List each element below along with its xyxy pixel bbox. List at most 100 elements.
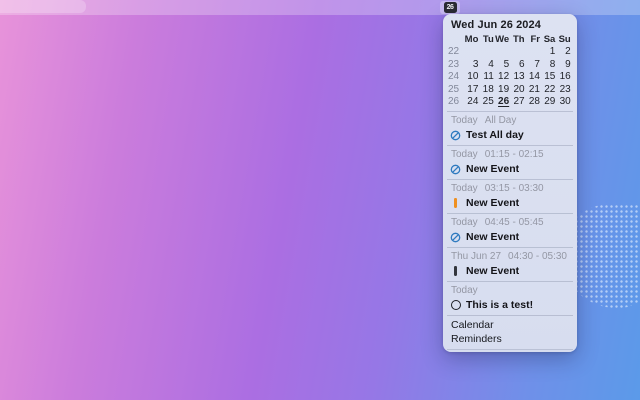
week-number: 22: [447, 46, 463, 58]
event-section-header: Thu Jun 27 04:30 - 05:30: [447, 251, 573, 263]
day-cell[interactable]: [509, 46, 524, 58]
circle-slash-icon: [450, 232, 461, 243]
event-date-label: Today: [451, 183, 478, 195]
day-cell[interactable]: 30: [555, 96, 570, 108]
calendar-grid: Mo Tu We Th Fr Sa Su 22 1 2 23 3 4 5 6 7…: [447, 34, 573, 108]
event-date-label: Today: [451, 217, 478, 229]
day-cell[interactable]: 5: [494, 59, 509, 71]
day-cell[interactable]: 15: [540, 71, 555, 83]
day-cell[interactable]: 23: [555, 84, 570, 96]
event-section-header: Today 01:15 - 02:15: [447, 149, 573, 161]
weekday-header: Mo: [463, 34, 478, 46]
event-title: New Event: [466, 162, 519, 176]
menu-item-calendar[interactable]: Calendar: [447, 319, 573, 333]
weekday-header: We: [494, 34, 509, 46]
weekday-header: Th: [509, 34, 524, 46]
itsycal-panel: Wed Jun 26 2024 Mo Tu We Th Fr Sa Su 22 …: [443, 14, 577, 352]
day-cell[interactable]: [478, 46, 493, 58]
event-section: Thu Jun 27 04:30 - 05:30 New Event: [447, 247, 573, 278]
day-cell[interactable]: [463, 46, 478, 58]
day-cell[interactable]: 18: [478, 84, 493, 96]
day-cell[interactable]: 12: [494, 71, 509, 83]
reminder-row[interactable]: This is a test!: [447, 298, 573, 312]
desktop: { "menubar": { "date_icon_label": "26" }…: [0, 0, 640, 400]
event-time-label: All Day: [485, 115, 517, 127]
day-cell[interactable]: 10: [463, 71, 478, 83]
event-section-header: Today 03:15 - 03:30: [447, 183, 573, 195]
day-cell[interactable]: 6: [509, 59, 524, 71]
day-cell[interactable]: 17: [463, 84, 478, 96]
event-title: New Event: [466, 264, 519, 278]
panel-footer: Calendar Reminders Settings...: [447, 315, 573, 352]
weekday-header: Fr: [525, 34, 540, 46]
reminder-title: This is a test!: [466, 298, 533, 312]
week-number: 23: [447, 59, 463, 71]
day-cell[interactable]: 7: [525, 59, 540, 71]
vertical-bar-icon: [450, 198, 461, 209]
event-time-label: 04:45 - 05:45: [485, 217, 544, 229]
event-section-header: Today All Day: [447, 115, 573, 127]
event-title: New Event: [466, 230, 519, 244]
reminder-section: Today This is a test!: [447, 281, 573, 312]
day-cell[interactable]: [494, 46, 509, 58]
day-cell[interactable]: [525, 46, 540, 58]
calendar-date-icon[interactable]: 26: [444, 2, 457, 13]
day-cell[interactable]: 1: [540, 46, 555, 58]
event-row[interactable]: New Event: [447, 162, 573, 176]
circle-slash-icon: [450, 130, 461, 141]
event-section-header: Today 04:45 - 05:45: [447, 217, 573, 229]
day-cell[interactable]: 2: [555, 46, 570, 58]
day-cell[interactable]: 13: [509, 71, 524, 83]
menu-bar: [0, 0, 640, 15]
day-cell[interactable]: 29: [540, 96, 555, 108]
footer-divider: [447, 349, 573, 350]
event-row[interactable]: New Event: [447, 196, 573, 210]
day-cell[interactable]: 8: [540, 59, 555, 71]
menubar-calendar-item[interactable]: 26: [440, 1, 460, 14]
day-cell[interactable]: 22: [540, 84, 555, 96]
event-row[interactable]: Test All day: [447, 128, 573, 142]
week-number: 26: [447, 96, 463, 108]
event-row[interactable]: New Event: [447, 264, 573, 278]
day-cell[interactable]: 11: [478, 71, 493, 83]
weekday-header: Sa: [540, 34, 555, 46]
event-title: Test All day: [466, 128, 524, 142]
event-time-label: 01:15 - 02:15: [485, 149, 544, 161]
week-number: 25: [447, 84, 463, 96]
day-cell[interactable]: 21: [525, 84, 540, 96]
day-cell[interactable]: 25: [478, 96, 493, 108]
day-cell[interactable]: 4: [478, 59, 493, 71]
day-cell[interactable]: 19: [494, 84, 509, 96]
circle-slash-icon: [450, 164, 461, 175]
event-section: Today 04:45 - 05:45 New Event: [447, 213, 573, 244]
day-cell[interactable]: 20: [509, 84, 524, 96]
event-section: Today All Day Test All day: [447, 111, 573, 142]
weekday-header: Su: [555, 34, 570, 46]
day-cell-today[interactable]: 26: [494, 96, 509, 108]
day-cell[interactable]: 9: [555, 59, 570, 71]
day-cell[interactable]: 28: [525, 96, 540, 108]
event-date-label: Today: [451, 115, 478, 127]
day-cell[interactable]: 14: [525, 71, 540, 83]
event-section: Today 01:15 - 02:15 New Event: [447, 145, 573, 176]
vertical-bar-icon: [450, 266, 461, 277]
day-cell[interactable]: 16: [555, 71, 570, 83]
week-number: 24: [447, 71, 463, 83]
day-cell[interactable]: 27: [509, 96, 524, 108]
menu-item-reminders[interactable]: Reminders: [447, 333, 573, 347]
event-time-label: 03:15 - 03:30: [485, 183, 544, 195]
event-section-header: Today: [447, 285, 573, 297]
day-cell[interactable]: 24: [463, 96, 478, 108]
week-col-header: [447, 34, 463, 46]
event-row[interactable]: New Event: [447, 230, 573, 244]
weekday-header: Tu: [478, 34, 493, 46]
event-date-label: Thu Jun 27: [451, 251, 501, 263]
circle-outline-icon: [450, 300, 461, 311]
menubar-left-highlight: [0, 0, 86, 13]
day-cell[interactable]: 3: [463, 59, 478, 71]
event-date-label: Today: [451, 149, 478, 161]
event-section: Today 03:15 - 03:30 New Event: [447, 179, 573, 210]
event-time-label: 04:30 - 05:30: [508, 251, 567, 263]
event-title: New Event: [466, 196, 519, 210]
event-date-label: Today: [451, 285, 478, 297]
